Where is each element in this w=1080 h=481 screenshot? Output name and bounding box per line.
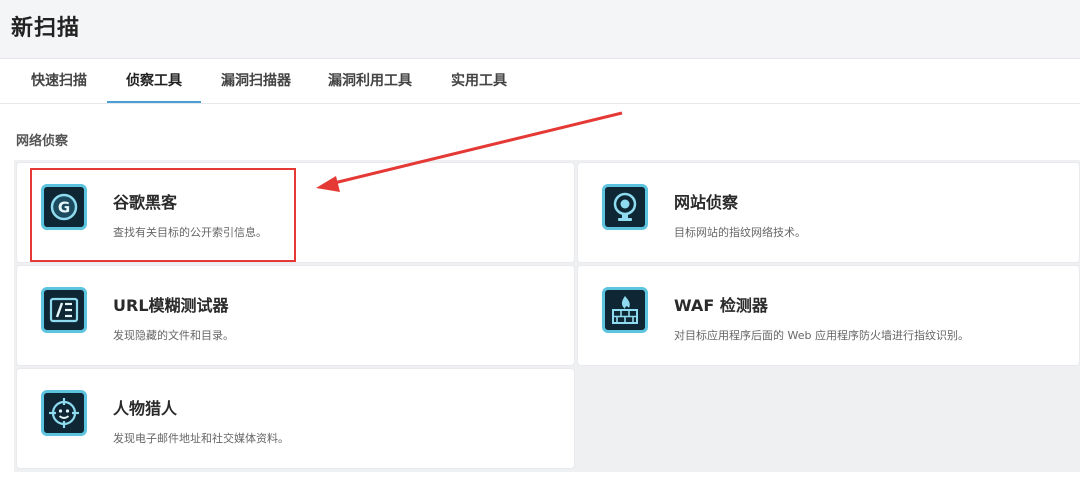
tool-name: 人物猎人 <box>113 399 178 418</box>
tool-description: 发现隐藏的文件和目录。 <box>113 329 234 342</box>
url-fuzzer-icon <box>41 287 87 333</box>
page-title: 新扫描 <box>11 16 81 41</box>
tab-vuln-scanners[interactable]: 漏洞扫描器 <box>208 59 304 103</box>
tool-card-website-recon[interactable]: 网站侦察 目标网站的指纹网络技术。 <box>577 162 1080 263</box>
crosshair-face-icon <box>41 390 87 436</box>
tool-description: 发现电子邮件地址和社交媒体资料。 <box>113 432 289 445</box>
firewall-icon <box>602 287 648 333</box>
tool-description: 目标网站的指纹网络技术。 <box>674 226 806 239</box>
tool-card-people-hunter[interactable]: 人物猎人 发现电子邮件地址和社交媒体资料。 <box>16 368 575 469</box>
tab-quick-scan[interactable]: 快速扫描 <box>18 59 100 103</box>
annotation-highlight-box <box>30 168 296 262</box>
tab-recon-tools[interactable]: 侦察工具 <box>107 59 201 103</box>
tab-bar: 快速扫描 侦察工具 漏洞扫描器 漏洞利用工具 实用工具 <box>0 59 1080 104</box>
webcam-icon <box>602 184 648 230</box>
tool-card-url-fuzzer[interactable]: URL模糊测试器 发现隐藏的文件和目录。 <box>16 265 575 366</box>
tool-description: 对目标应用程序后面的 Web 应用程序防火墙进行指纹识别。 <box>674 329 969 342</box>
tool-name: WAF 检测器 <box>674 296 768 315</box>
tool-name: URL模糊测试器 <box>113 296 229 315</box>
tool-name: 网站侦察 <box>674 193 739 212</box>
tab-exploit-tools[interactable]: 漏洞利用工具 <box>314 59 426 103</box>
tab-utilities[interactable]: 实用工具 <box>437 59 521 103</box>
tool-card-waf-detector[interactable]: WAF 检测器 对目标应用程序后面的 Web 应用程序防火墙进行指纹识别。 <box>577 265 1080 366</box>
header: 新扫描 <box>0 0 1080 59</box>
section-title: 网络侦察 <box>16 134 69 149</box>
main-content: 网络侦察 G 谷歌黑客 查找有关目标的公开索引信息。 网站侦察 目标网站的指纹网… <box>0 104 1080 481</box>
